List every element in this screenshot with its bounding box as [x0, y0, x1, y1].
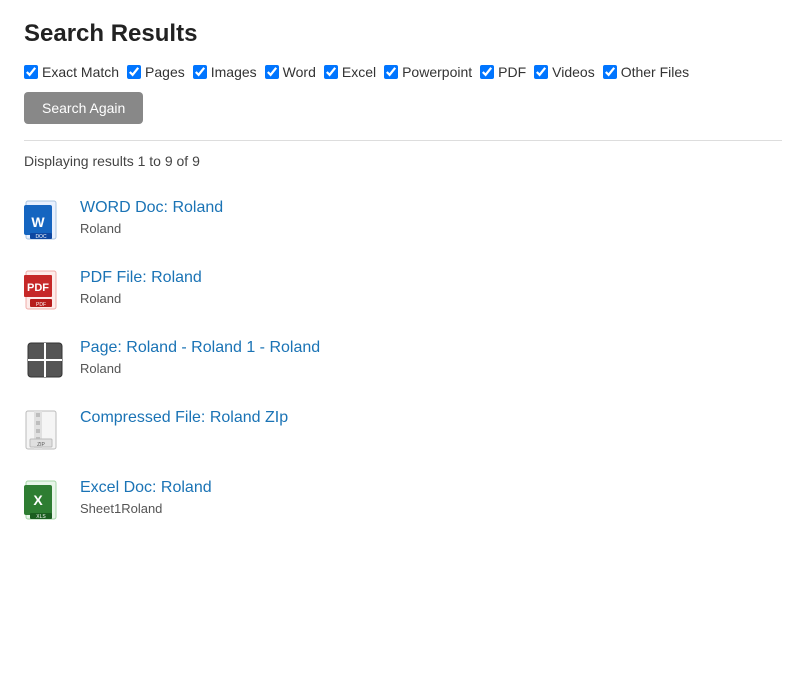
filter-item-other-files: Other Files	[603, 64, 689, 80]
filter-label-pdf: PDF	[498, 64, 526, 80]
result-info: Compressed File: Roland ZIp	[80, 409, 288, 427]
filter-checkbox-pdf[interactable]	[480, 65, 494, 79]
svg-text:XLS: XLS	[36, 514, 46, 520]
list-item: Page: Roland - Roland 1 - Roland Roland	[24, 325, 782, 395]
filter-item-powerpoint: Powerpoint	[384, 64, 472, 80]
filter-checkbox-word[interactable]	[265, 65, 279, 79]
list-item: X XLS Excel Doc: Roland Sheet1Roland	[24, 465, 782, 535]
filter-row: Exact Match Pages Images Word Excel Powerpoin…	[24, 64, 782, 80]
file-icon-zip: ZIP	[24, 409, 66, 451]
filter-label-images: Images	[211, 64, 257, 80]
filter-checkbox-videos[interactable]	[534, 65, 548, 79]
filter-checkbox-exact-match[interactable]	[24, 65, 38, 79]
filter-label-exact-match: Exact Match	[42, 64, 119, 80]
file-icon-excel: X XLS	[24, 479, 66, 521]
filter-item-images: Images	[193, 64, 257, 80]
filter-label-excel: Excel	[342, 64, 376, 80]
result-list: W DOC WORD Doc: Roland Roland PDF PDF PDF…	[24, 185, 782, 535]
list-item: W DOC WORD Doc: Roland Roland	[24, 185, 782, 255]
search-again-button[interactable]: Search Again	[24, 92, 143, 124]
svg-text:W: W	[31, 214, 45, 230]
result-subtitle: Sheet1Roland	[80, 501, 212, 516]
divider	[24, 140, 782, 141]
filter-item-pdf: PDF	[480, 64, 526, 80]
page-title: Search Results	[24, 20, 782, 48]
filter-label-videos: Videos	[552, 64, 595, 80]
page-container: Search Results Exact Match Pages Images Wor…	[0, 0, 806, 555]
filter-item-videos: Videos	[534, 64, 595, 80]
result-title-link[interactable]: WORD Doc: Roland	[80, 199, 223, 217]
result-subtitle: Roland	[80, 361, 320, 376]
filter-checkbox-powerpoint[interactable]	[384, 65, 398, 79]
result-title-link[interactable]: Excel Doc: Roland	[80, 479, 212, 497]
result-info: Page: Roland - Roland 1 - Roland Roland	[80, 339, 320, 376]
result-title-link[interactable]: Compressed File: Roland ZIp	[80, 409, 288, 427]
filter-item-word: Word	[265, 64, 316, 80]
filter-item-pages: Pages	[127, 64, 185, 80]
file-icon-page	[24, 339, 66, 381]
file-icon-pdf: PDF PDF	[24, 269, 66, 311]
filter-label-word: Word	[283, 64, 316, 80]
result-info: WORD Doc: Roland Roland	[80, 199, 223, 236]
result-info: PDF File: Roland Roland	[80, 269, 202, 306]
filter-label-pages: Pages	[145, 64, 185, 80]
svg-text:X: X	[33, 492, 43, 508]
list-item: PDF PDF PDF File: Roland Roland	[24, 255, 782, 325]
list-item: ZIP Compressed File: Roland ZIp	[24, 395, 782, 465]
svg-text:DOC: DOC	[35, 234, 47, 240]
filter-checkbox-images[interactable]	[193, 65, 207, 79]
filter-checkbox-pages[interactable]	[127, 65, 141, 79]
svg-text:PDF: PDF	[36, 302, 46, 308]
result-title-link[interactable]: Page: Roland - Roland 1 - Roland	[80, 339, 320, 357]
svg-text:ZIP: ZIP	[37, 442, 45, 448]
file-icon-word: W DOC	[24, 199, 66, 241]
filter-item-excel: Excel	[324, 64, 376, 80]
svg-text:PDF: PDF	[27, 282, 49, 294]
filter-label-powerpoint: Powerpoint	[402, 64, 472, 80]
result-subtitle: Roland	[80, 291, 202, 306]
result-subtitle: Roland	[80, 221, 223, 236]
result-count: Displaying results 1 to 9 of 9	[24, 153, 782, 169]
filter-label-other-files: Other Files	[621, 64, 689, 80]
result-title-link[interactable]: PDF File: Roland	[80, 269, 202, 287]
filter-checkbox-excel[interactable]	[324, 65, 338, 79]
filter-item-exact-match: Exact Match	[24, 64, 119, 80]
result-info: Excel Doc: Roland Sheet1Roland	[80, 479, 212, 516]
filter-checkbox-other-files[interactable]	[603, 65, 617, 79]
